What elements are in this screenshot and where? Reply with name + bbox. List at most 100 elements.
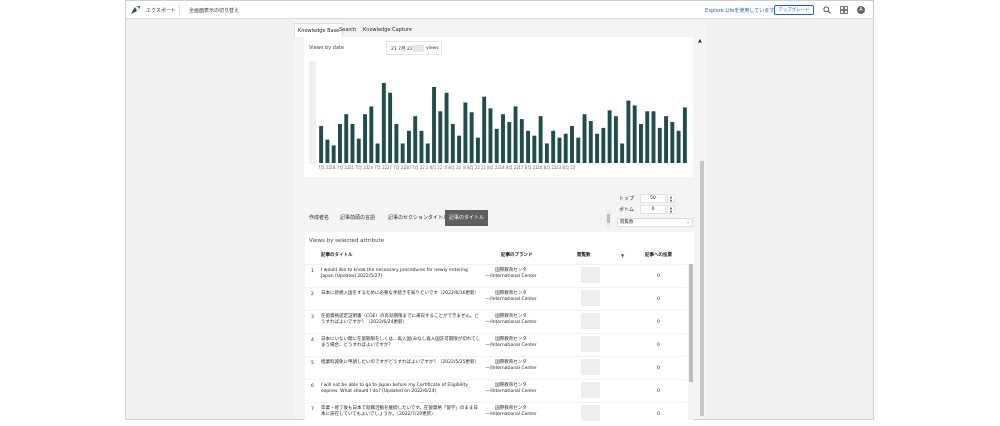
row-number: 2 — [311, 292, 314, 297]
bar-37[interactable] — [544, 143, 549, 163]
table-row[interactable]: 4 日本にいない間に在留期限をしくは、再入国(みなし再入国許可期限が切れてしまう場… — [305, 333, 686, 357]
bar-36[interactable] — [538, 116, 543, 163]
bar-52[interactable] — [639, 123, 643, 163]
bar-18[interactable] — [425, 143, 430, 163]
bar-12[interactable] — [388, 92, 393, 163]
tab-search[interactable]: Search — [336, 23, 359, 37]
export-button[interactable]: エクスポート — [146, 7, 176, 14]
scroll-up-arrow-icon[interactable]: ▲ — [698, 38, 702, 44]
bar-28[interactable] — [488, 108, 493, 163]
column-header-brand[interactable]: 記事のブランド — [501, 253, 533, 259]
attribute-tab-section-title[interactable]: 記事のセクションタイトル — [384, 210, 452, 226]
bar-43[interactable] — [582, 114, 587, 163]
bar-55[interactable] — [657, 127, 662, 163]
table-row[interactable]: 6 I will not be able to go to Japan befor… — [305, 379, 686, 403]
bar-17[interactable] — [419, 130, 424, 163]
bar-44[interactable] — [588, 121, 593, 163]
avatar[interactable]: A — [857, 6, 865, 14]
column-header-views[interactable]: 閲覧数 — [577, 253, 591, 259]
bar-1[interactable] — [319, 125, 324, 163]
sort-desc-icon[interactable]: ▼ — [621, 253, 624, 258]
row-views-redacted — [581, 359, 600, 375]
bar-58[interactable] — [676, 130, 681, 163]
bar-54[interactable] — [651, 111, 656, 163]
bar-42[interactable] — [576, 137, 581, 163]
bottom-number-input[interactable]: 0 — [640, 205, 666, 214]
chevron-down-icon: ⌄ — [686, 220, 690, 225]
bar-40[interactable] — [563, 133, 568, 163]
table-row[interactable]: 7 卒業・修了後も日本で就職活動を継続したいです。在留資格「留学」のまま日本に滞在… — [305, 402, 686, 426]
table-row[interactable]: 1 I would like to know the necessary proc… — [305, 264, 686, 288]
bar-34[interactable] — [526, 130, 531, 163]
bar-26[interactable] — [475, 137, 480, 163]
bar-13[interactable] — [394, 123, 399, 163]
column-header-title[interactable]: 記事のタイトル — [321, 253, 353, 259]
bar-21[interactable] — [444, 92, 449, 163]
bar-5[interactable] — [344, 114, 349, 163]
bar-15[interactable] — [406, 130, 411, 163]
x-tick-label: 2 8月 22 — [426, 165, 443, 170]
attribute-tab-author[interactable]: 作成者名 — [305, 210, 333, 226]
table-row[interactable]: 5 授業料減免に申請したいのですがどうすればよいですか？（2022/5/25更新）… — [305, 356, 686, 380]
bar-47[interactable] — [607, 110, 612, 163]
table-row[interactable]: 3 在留資格認定証明書（COE）の有効期限までに来日することができません。どうすれ… — [305, 310, 686, 334]
tab-knowledge-capture[interactable]: Knowledge Capture — [360, 23, 415, 37]
bar-27[interactable] — [482, 96, 487, 163]
bar-35[interactable] — [532, 135, 537, 163]
upgrade-button[interactable]: アップグレード — [774, 5, 814, 15]
explore-link[interactable]: Explore Lifeを使用しています — [705, 7, 774, 14]
bar-4[interactable] — [338, 123, 342, 163]
bar-6[interactable] — [350, 123, 355, 163]
bar-33[interactable] — [519, 119, 524, 163]
fullscreen-toggle-button[interactable]: 全画面表示の切り替え — [189, 7, 239, 14]
top-number-input[interactable]: 50 — [640, 194, 666, 203]
bar-11[interactable] — [381, 83, 386, 163]
y-axis-redacted — [309, 61, 316, 164]
bar-38[interactable] — [551, 130, 556, 163]
bar-57[interactable] — [670, 122, 675, 163]
bar-48[interactable] — [613, 116, 618, 163]
bar-14[interactable] — [400, 143, 405, 163]
bar-31[interactable] — [507, 122, 512, 163]
bar-10[interactable] — [375, 143, 380, 163]
attribute-tab-article-title[interactable]: 記事のタイトル — [445, 210, 489, 226]
attribute-tab-language[interactable]: 記事前頭の言語 — [336, 210, 379, 226]
bar-29[interactable] — [494, 128, 499, 163]
bar-24[interactable] — [463, 102, 468, 163]
bottom-stepper[interactable]: ▲ ▼ — [667, 205, 675, 214]
bar-53[interactable] — [645, 111, 650, 163]
metric-select[interactable]: 閲覧数 ⌄ — [617, 218, 693, 227]
bar-39[interactable] — [557, 137, 562, 163]
bar-46[interactable] — [601, 127, 606, 163]
bar-30[interactable] — [501, 114, 505, 163]
bar-20[interactable] — [438, 111, 443, 163]
bar-59[interactable] — [682, 107, 687, 163]
grid-icon[interactable] — [840, 6, 848, 14]
bar-32[interactable] — [513, 106, 518, 163]
divider — [179, 4, 180, 16]
bar-7[interactable] — [356, 138, 361, 163]
bar-22[interactable] — [450, 123, 455, 163]
bar-8[interactable] — [363, 114, 367, 163]
bar-3[interactable] — [331, 145, 336, 163]
search-icon[interactable] — [823, 6, 831, 14]
bar-19[interactable] — [432, 86, 436, 163]
table-scrollbar[interactable] — [688, 264, 694, 420]
bar-41[interactable] — [570, 125, 574, 163]
bar-25[interactable] — [469, 112, 474, 163]
column-header-likes[interactable]: 記事への投票 — [645, 253, 672, 259]
panel-scrollbar[interactable] — [700, 161, 704, 416]
table-row[interactable]: 2 日本に新規入国をするために必要な手続きを知りたいです（2022/6/16更新）… — [305, 287, 686, 311]
bar-23[interactable] — [457, 135, 462, 163]
bar-45[interactable] — [595, 133, 600, 163]
bar-9[interactable] — [369, 106, 374, 163]
bar-49[interactable] — [620, 143, 625, 163]
bar-50[interactable] — [626, 100, 631, 163]
bar-16[interactable] — [413, 116, 418, 163]
bar-56[interactable] — [664, 116, 668, 163]
bar-2[interactable] — [325, 139, 330, 163]
metric-list-scrollbar[interactable] — [606, 210, 611, 228]
bar-51[interactable] — [632, 105, 637, 163]
row-brand: 国際教育センター/International Center — [485, 360, 537, 371]
top-stepper[interactable]: ▲ ▼ — [667, 194, 675, 203]
